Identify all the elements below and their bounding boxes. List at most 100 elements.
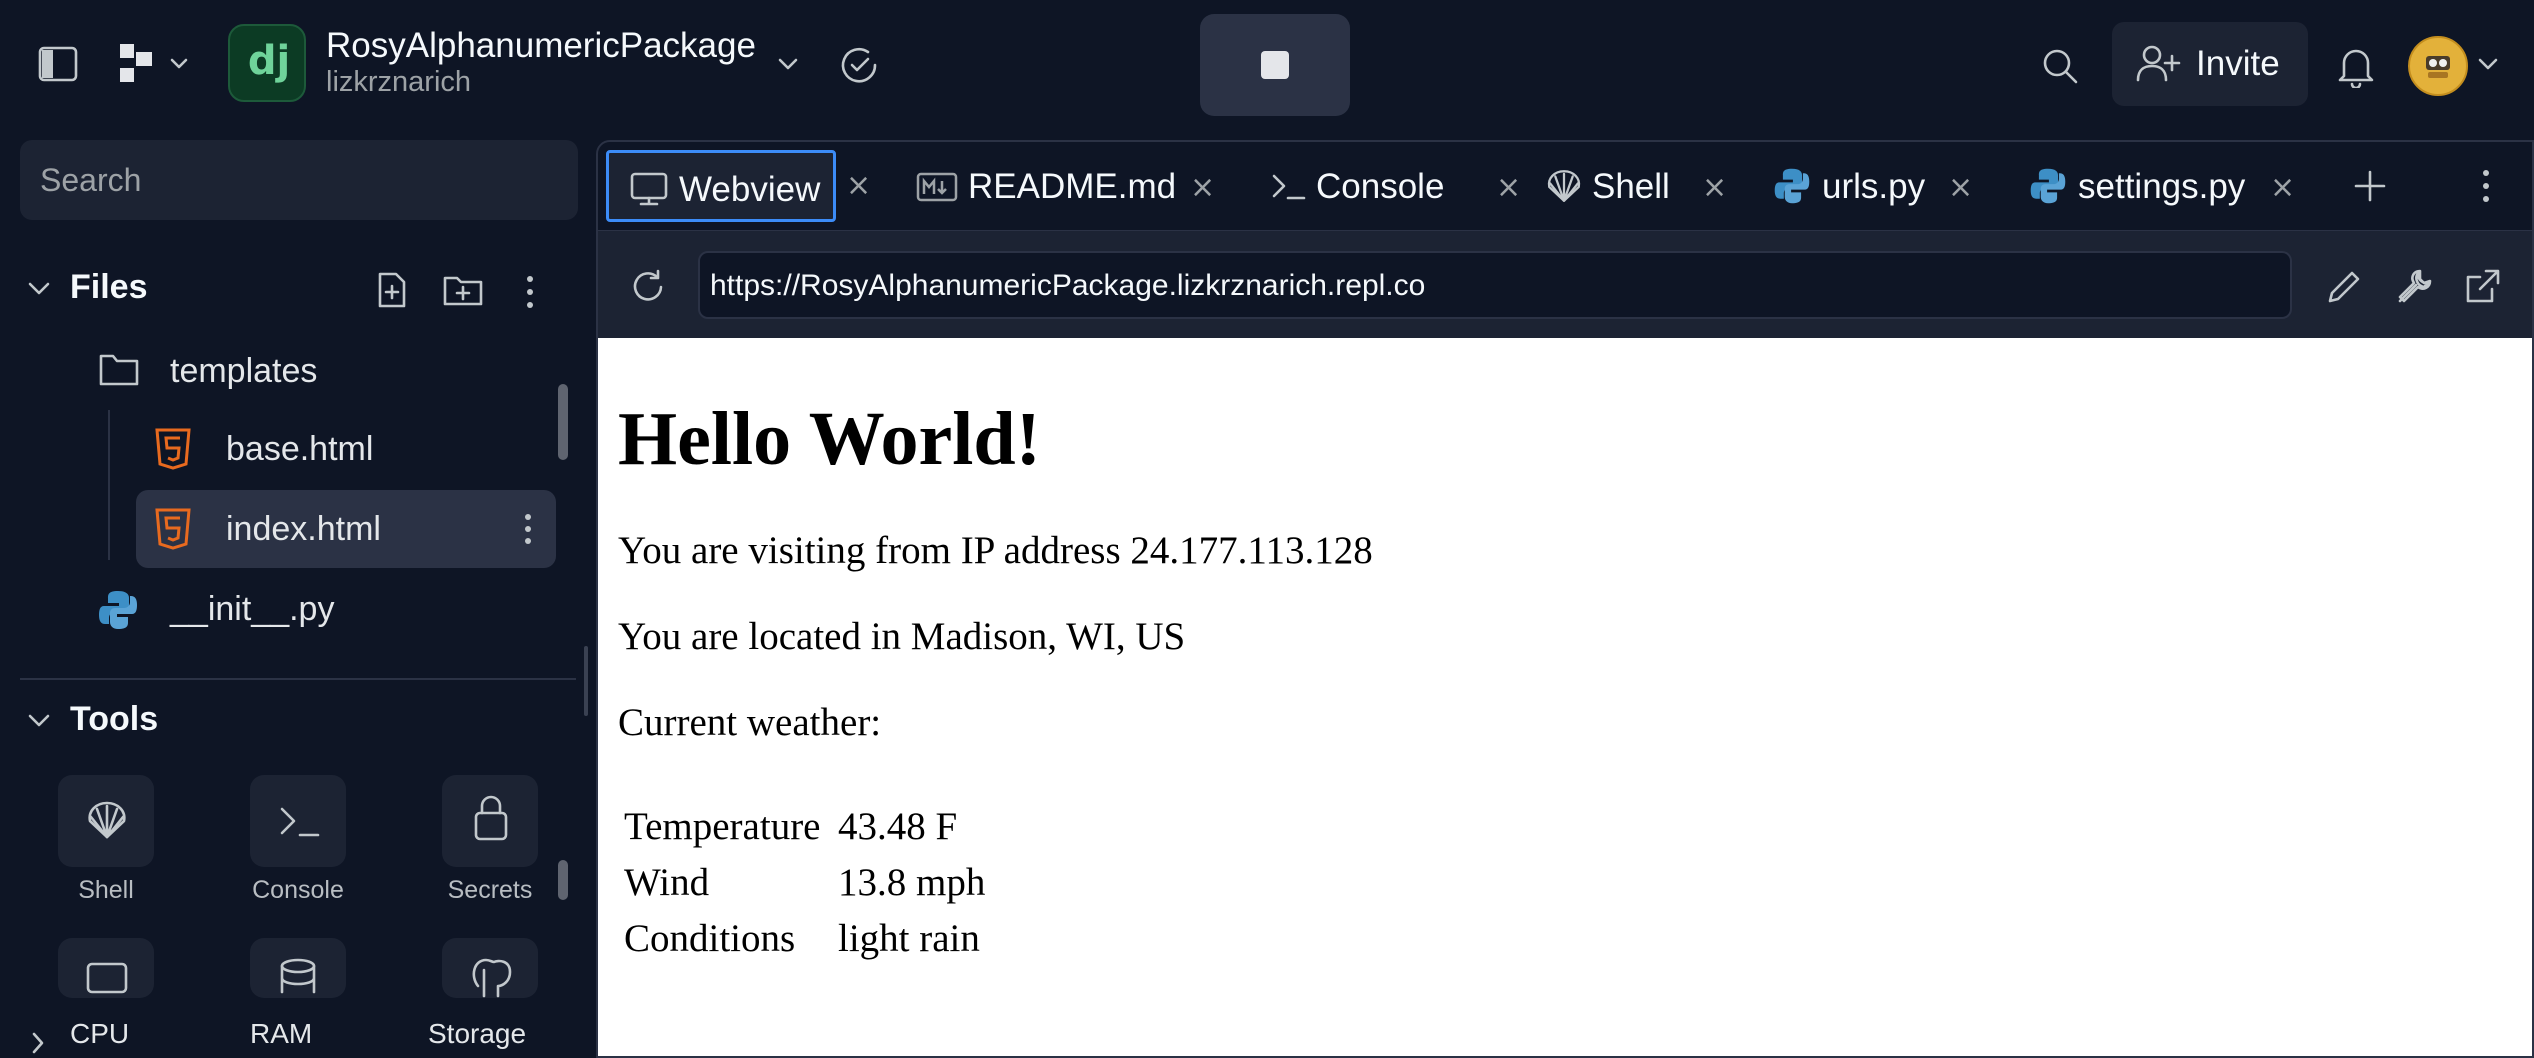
- close-icon[interactable]: ×: [1702, 170, 1727, 205]
- html5-icon: [154, 428, 192, 470]
- list-item[interactable]: index.html: [136, 490, 556, 568]
- sidebar-toggle-icon[interactable]: [36, 42, 80, 86]
- new-folder-icon[interactable]: [442, 272, 484, 308]
- repl-owner[interactable]: lizkrznarich: [326, 66, 471, 99]
- bell-icon[interactable]: [2336, 44, 2376, 88]
- url-text: https://RosyAlphanumericPackage.lizkrzna…: [710, 269, 1426, 302]
- tab-console[interactable]: Console ×: [1270, 150, 1570, 222]
- python-icon: [2028, 166, 2068, 206]
- storage-label: Storage: [428, 1018, 527, 1049]
- workspace-layout-icon[interactable]: [116, 40, 190, 88]
- new-tab-plus-icon[interactable]: [2352, 168, 2388, 204]
- search-placeholder: Search: [40, 162, 142, 198]
- webview-content: Hello World! You are visiting from IP ad…: [598, 338, 2532, 1056]
- table-cell-value: light rain: [838, 917, 980, 960]
- table-cell-key: Wind: [624, 861, 710, 904]
- close-icon[interactable]: ×: [1948, 170, 1973, 205]
- ram-label: RAM: [250, 1018, 313, 1049]
- tool-shell-button[interactable]: [58, 775, 154, 867]
- file-label: base.html: [226, 430, 374, 468]
- tool-webview-button[interactable]: [58, 938, 154, 998]
- tab-bar: Webview × README.md × Console × Shell ×: [598, 142, 2532, 230]
- weather-label: Current weather:: [618, 701, 882, 744]
- python-icon: [96, 588, 140, 632]
- database-icon: [278, 958, 318, 1000]
- monitor-icon: [84, 960, 130, 1000]
- scrollbar-thumb[interactable]: [558, 860, 568, 900]
- url-input[interactable]: https://RosyAlphanumericPackage.lizkrzna…: [698, 251, 2292, 319]
- chevron-down-icon[interactable]: [24, 276, 54, 300]
- list-item[interactable]: templates: [80, 332, 560, 410]
- new-file-icon[interactable]: [374, 270, 410, 310]
- more-vert-icon[interactable]: [2478, 168, 2494, 204]
- avatar[interactable]: [2408, 36, 2468, 96]
- folder-icon: [98, 352, 140, 388]
- tab-settings-py[interactable]: settings.py ×: [2028, 150, 2328, 222]
- webview-toolbar: https://RosyAlphanumericPackage.lizkrzna…: [598, 230, 2532, 338]
- chevron-down-icon[interactable]: [24, 708, 54, 732]
- close-icon[interactable]: ×: [846, 168, 871, 203]
- python-icon: [1772, 166, 1812, 206]
- tab-readme[interactable]: README.md ×: [916, 150, 1236, 222]
- tree-guide-line: [108, 410, 110, 560]
- tab-webview[interactable]: Webview: [606, 150, 836, 222]
- wrench-icon[interactable]: [2394, 267, 2434, 307]
- tab-label: urls.py: [1822, 167, 1926, 206]
- close-icon[interactable]: ×: [2270, 170, 2295, 205]
- refresh-icon[interactable]: [628, 267, 668, 307]
- file-label: __init__.py: [170, 590, 335, 628]
- open-external-icon[interactable]: [2462, 267, 2502, 307]
- tool-label: Secrets: [447, 876, 533, 904]
- files-section-title[interactable]: Files: [70, 268, 147, 307]
- more-vert-icon[interactable]: [520, 512, 536, 546]
- invite-label: Invite: [2196, 44, 2280, 83]
- location-text: You are located in Madison, WI, US: [618, 615, 1186, 658]
- tab-label: Webview: [679, 170, 821, 209]
- tool-console-button[interactable]: [250, 775, 346, 867]
- stop-button[interactable]: [1200, 14, 1350, 116]
- tab-label: Shell: [1592, 167, 1670, 206]
- tool-label: Console: [252, 876, 344, 904]
- search-icon[interactable]: [2040, 46, 2080, 86]
- close-icon[interactable]: ×: [1190, 170, 1215, 205]
- shell-icon: [84, 797, 130, 843]
- search-input[interactable]: Search: [20, 140, 578, 220]
- tab-label: settings.py: [2078, 167, 2246, 206]
- tool-label: Shell: [78, 876, 134, 904]
- checkpoint-icon[interactable]: [838, 44, 880, 86]
- invite-button[interactable]: Invite: [2112, 22, 2308, 106]
- console-icon: [276, 801, 322, 841]
- tool-postgres-button[interactable]: [442, 938, 538, 998]
- repl-logo: dj: [228, 24, 306, 102]
- pencil-icon[interactable]: [2324, 267, 2364, 307]
- tab-urls-py[interactable]: urls.py ×: [1772, 150, 2012, 222]
- list-item[interactable]: base.html: [136, 410, 556, 488]
- list-item[interactable]: __init__.py: [80, 570, 560, 648]
- postgres-icon: [468, 956, 514, 998]
- chevron-right-icon[interactable]: [28, 1028, 48, 1058]
- lock-icon: [472, 793, 510, 843]
- tab-label: Console: [1316, 167, 1445, 206]
- add-user-icon: [2134, 42, 2182, 86]
- console-icon: [1270, 172, 1310, 202]
- pane-resize-handle[interactable]: [584, 646, 588, 716]
- more-vert-icon[interactable]: [520, 274, 540, 310]
- close-icon[interactable]: ×: [1496, 170, 1521, 205]
- shell-icon: [1544, 166, 1584, 206]
- section-divider: [20, 678, 576, 680]
- page-heading: Hello World!: [618, 397, 1041, 481]
- ip-address-text: You are visiting from IP address 24.177.…: [618, 529, 1373, 572]
- scrollbar-thumb[interactable]: [558, 384, 568, 460]
- file-label: templates: [170, 352, 318, 390]
- repl-name[interactable]: RosyAlphanumericPackage: [326, 26, 756, 66]
- table-cell-value: 43.48 F: [838, 805, 958, 848]
- tool-database-button[interactable]: [250, 938, 346, 998]
- tools-section-title[interactable]: Tools: [70, 700, 158, 739]
- repl-logo-text: dj: [247, 38, 291, 84]
- sidebar: Search Files templates base.html index.h…: [0, 130, 596, 1058]
- markdown-icon: [916, 172, 958, 202]
- tool-secrets-button[interactable]: [442, 775, 538, 867]
- chevron-down-icon[interactable]: [2474, 52, 2502, 76]
- chevron-down-icon[interactable]: [774, 52, 802, 76]
- monitor-icon: [629, 171, 669, 207]
